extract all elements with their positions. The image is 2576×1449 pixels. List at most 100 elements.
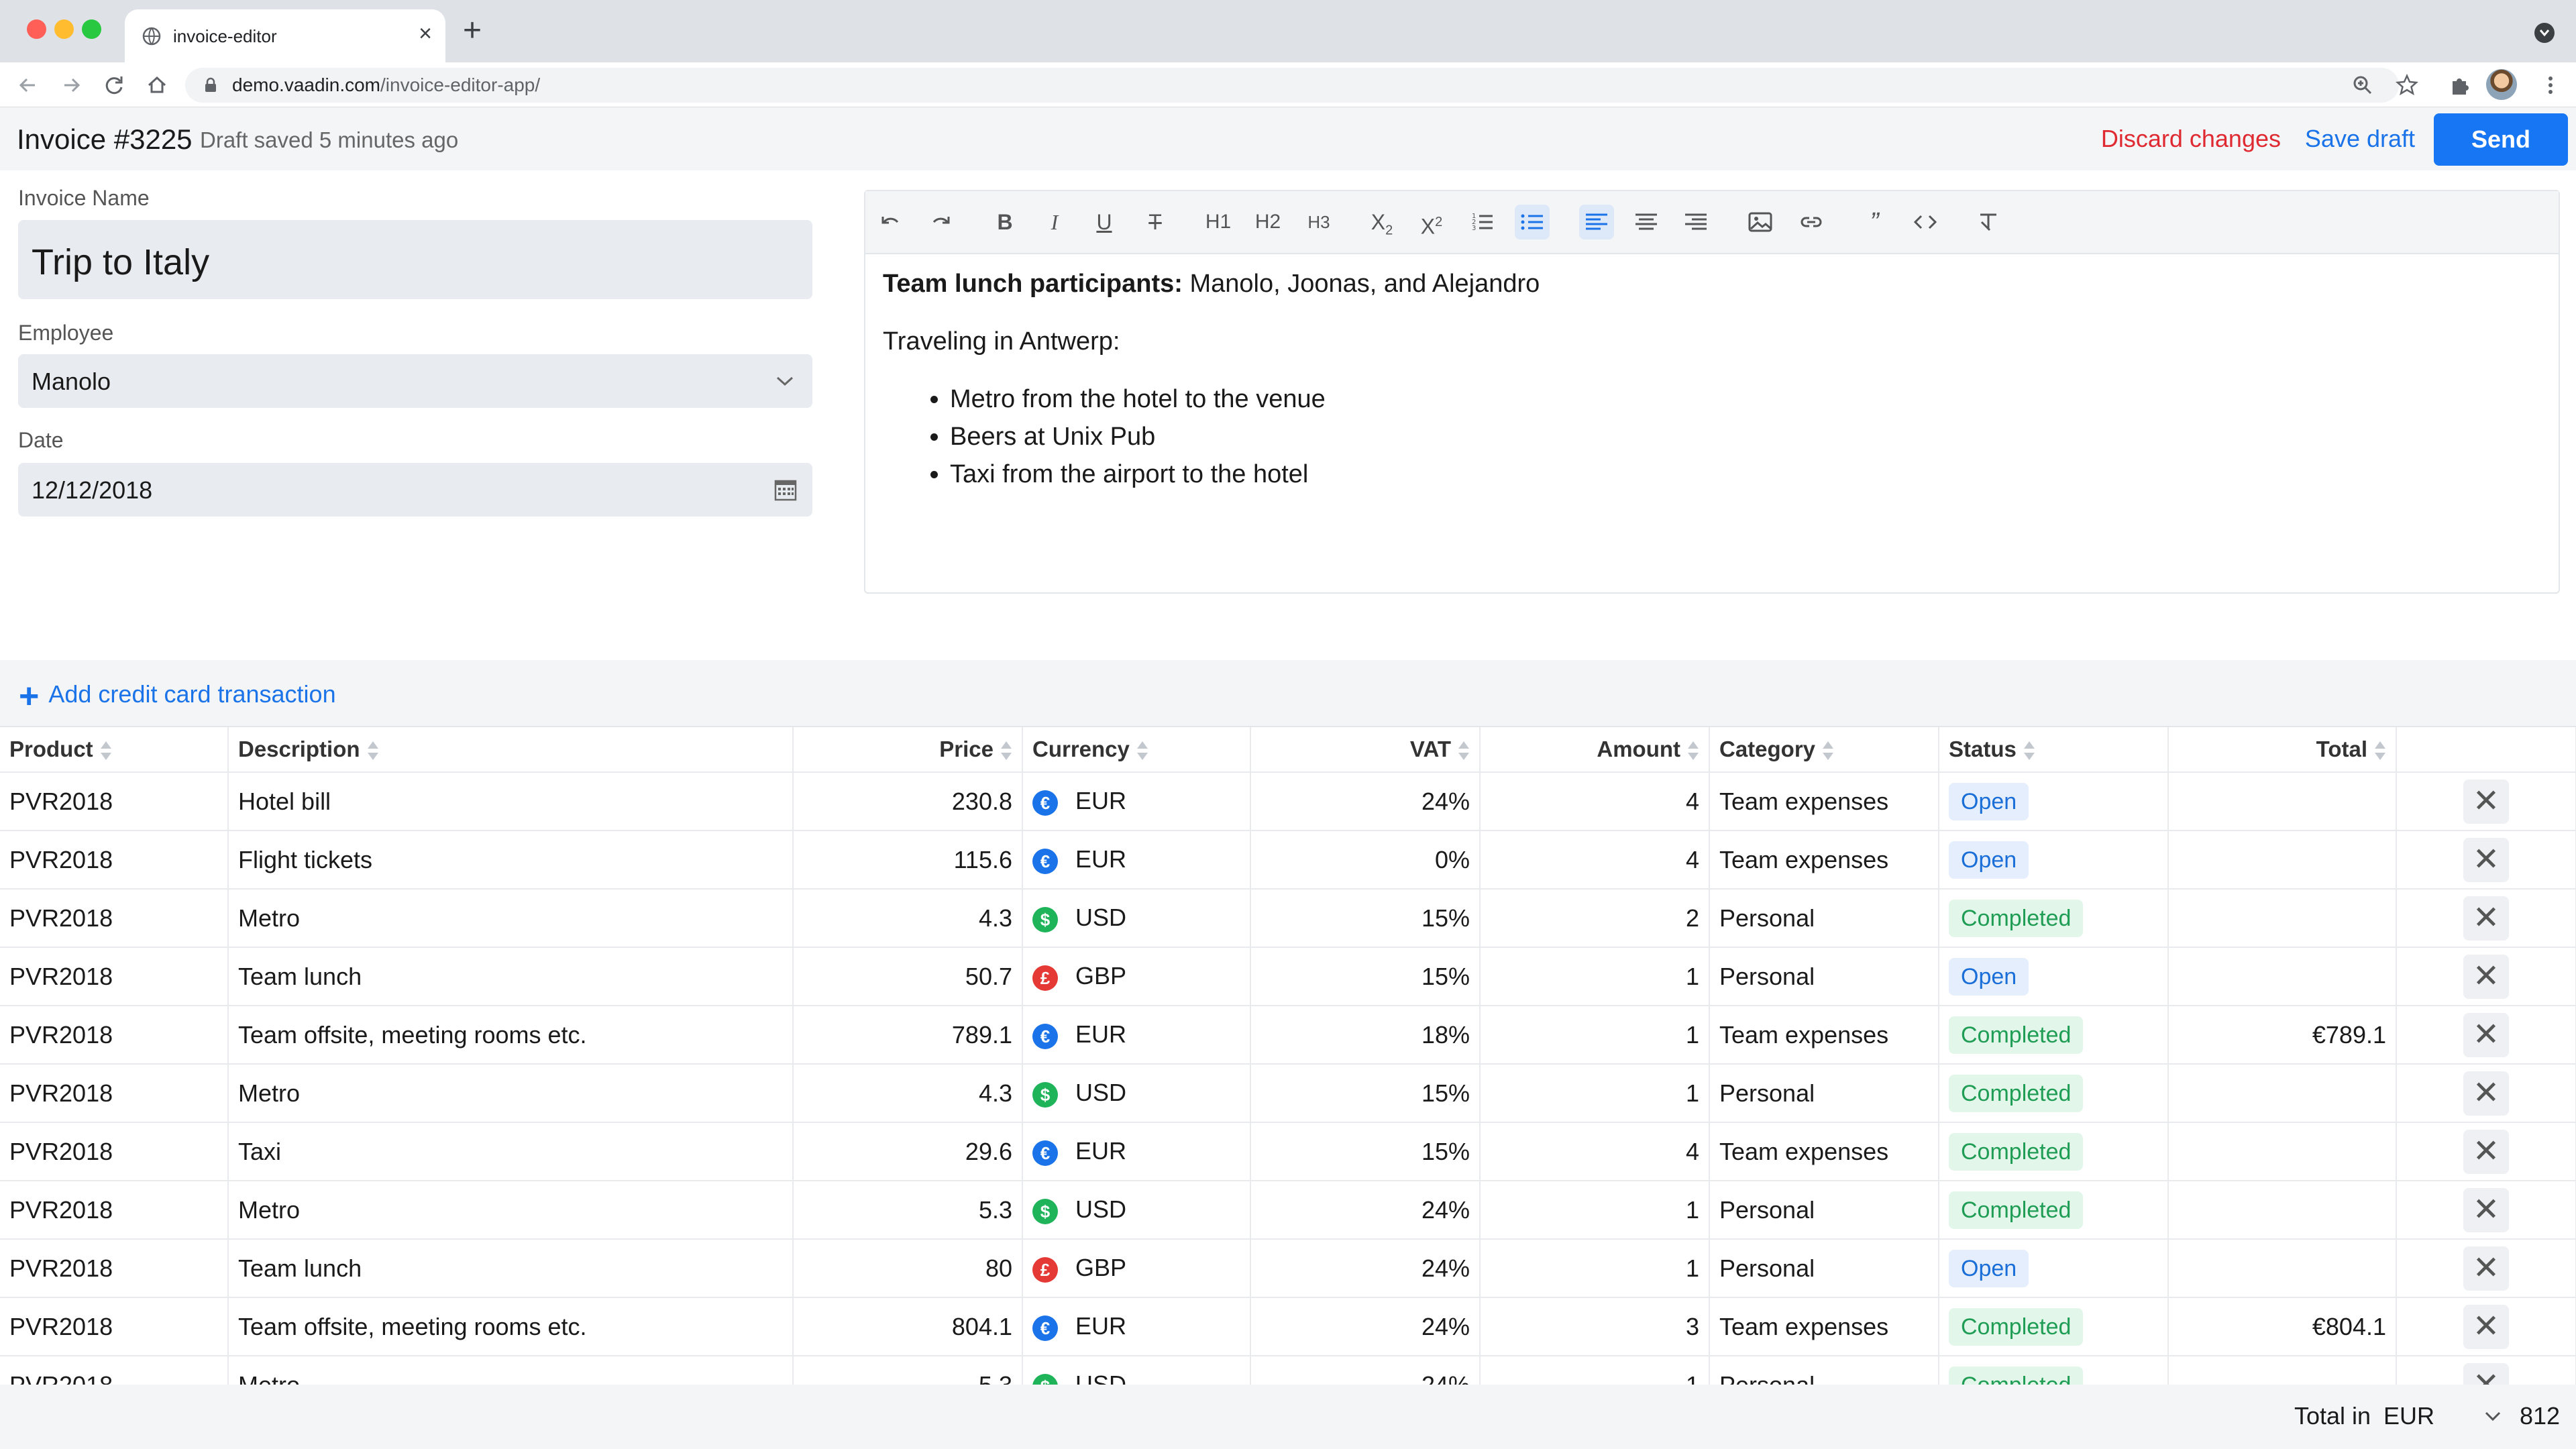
cell-description[interactable]: Team lunch xyxy=(228,1239,794,1298)
extensions-icon[interactable] xyxy=(2445,70,2474,100)
undo-button[interactable] xyxy=(873,205,908,239)
table-row[interactable]: PVR2018Metro5.3 $ USD 24%1Personal Completed… xyxy=(0,1181,2576,1240)
address-bar[interactable]: demo.vaadin.com/invoice-editor-app/ xyxy=(185,68,2399,103)
cell-currency[interactable]: € EUR xyxy=(1022,830,1251,890)
cell-amount[interactable]: 4 xyxy=(1480,772,1710,831)
redo-button[interactable] xyxy=(923,205,958,239)
cell-product[interactable]: PVR2018 xyxy=(0,1122,229,1181)
cell-amount[interactable]: 1 xyxy=(1480,947,1710,1006)
cell-currency[interactable]: € EUR xyxy=(1022,1122,1251,1181)
cell-vat[interactable]: 24% xyxy=(1250,1239,1481,1298)
cell-category[interactable]: Personal xyxy=(1709,1356,1939,1385)
cell-product[interactable]: PVR2018 xyxy=(0,889,229,948)
send-button[interactable]: Send xyxy=(2434,113,2568,166)
delete-row-button[interactable]: ✕ xyxy=(2463,1071,2509,1116)
superscript-button[interactable]: X2 xyxy=(1414,205,1449,239)
cell-currency[interactable]: £ GBP xyxy=(1022,1239,1251,1298)
cell-price[interactable]: 5.3 xyxy=(793,1356,1023,1385)
cell-category[interactable]: Team expenses xyxy=(1709,1006,1939,1065)
sort-icon[interactable] xyxy=(1822,741,1834,761)
forward-icon[interactable] xyxy=(56,70,86,100)
cell-category[interactable]: Personal xyxy=(1709,1064,1939,1123)
cell-product[interactable]: PVR2018 xyxy=(0,1181,229,1240)
cell-category[interactable]: Personal xyxy=(1709,947,1939,1006)
cell-vat[interactable]: 15% xyxy=(1250,947,1481,1006)
table-row[interactable]: PVR2018 Taxi 29.6 € EUR 15% 4 Team expenses Comp… xyxy=(0,1122,2576,1181)
delete-row-button[interactable]: ✕ xyxy=(2463,1187,2509,1232)
chevron-down-icon[interactable] xyxy=(2483,1410,2502,1422)
home-icon[interactable] xyxy=(142,70,172,100)
ordered-list-button[interactable]: 123 xyxy=(1465,205,1500,239)
blockquote-button[interactable]: ” xyxy=(1857,205,1892,239)
align-center-button[interactable] xyxy=(1629,205,1664,239)
tab-search-button[interactable] xyxy=(2534,23,2555,43)
delete-row-button[interactable]: ✕ xyxy=(2463,837,2509,882)
tab-close-icon[interactable]: × xyxy=(413,21,437,46)
cell-price[interactable]: 80 xyxy=(793,1239,1023,1298)
delete-row-button[interactable]: ✕ xyxy=(2463,896,2509,941)
maximize-window-button[interactable] xyxy=(82,19,101,39)
cell-currency[interactable]: $ USD xyxy=(1022,1356,1251,1385)
cell-status[interactable]: Open xyxy=(1939,1239,2169,1298)
cell-product[interactable]: PVR2018 xyxy=(0,1356,229,1385)
zoom-icon[interactable] xyxy=(2348,70,2377,100)
cell-status[interactable]: Completed xyxy=(1939,1122,2169,1181)
cell-amount[interactable]: 1 xyxy=(1480,1239,1710,1298)
column-header-product[interactable]: Product xyxy=(0,727,229,773)
employee-select[interactable]: Manolo xyxy=(18,354,812,408)
delete-row-button[interactable]: ✕ xyxy=(2463,1246,2509,1291)
calendar-icon[interactable] xyxy=(773,478,798,502)
table-row[interactable]: PVR2018 Team offsite, meeting rooms etc. 8… xyxy=(0,1297,2576,1356)
code-block-button[interactable] xyxy=(1908,205,1943,239)
cell-price[interactable]: 115.6 xyxy=(793,830,1023,890)
cell-amount[interactable]: 4 xyxy=(1480,1122,1710,1181)
invoice-name-field[interactable]: Trip to Italy xyxy=(18,220,812,299)
table-row[interactable]: PVR2018 Team lunch 80 £ GBP 24% 1 Personal Open ✕ xyxy=(0,1239,2576,1298)
cell-currency[interactable]: $ USD xyxy=(1022,1181,1251,1240)
cell-description[interactable]: Hotel bill xyxy=(228,772,794,831)
discard-changes-button[interactable]: Discard changes xyxy=(2101,125,2281,153)
total-currency-select[interactable]: EUR xyxy=(2383,1402,2434,1430)
cell-amount[interactable]: 1 xyxy=(1480,1006,1710,1065)
h3-button[interactable]: H3 xyxy=(1301,205,1336,239)
align-left-button[interactable] xyxy=(1579,205,1614,239)
column-header-status[interactable]: Status xyxy=(1939,727,2169,773)
sort-icon[interactable] xyxy=(1000,741,1012,761)
cell-vat[interactable]: 15% xyxy=(1250,1122,1481,1181)
column-header-description[interactable]: Description xyxy=(228,727,794,773)
cell-amount[interactable]: 1 xyxy=(1480,1356,1710,1385)
cell-amount[interactable]: 2 xyxy=(1480,889,1710,948)
cell-product[interactable]: PVR2018 xyxy=(0,830,229,890)
bullet-list-button[interactable] xyxy=(1515,205,1550,239)
italic-button[interactable]: I xyxy=(1037,205,1072,239)
avatar[interactable] xyxy=(2486,69,2517,100)
rich-text-editor[interactable]: B I U T H1 H2 H3 X2 X2 123 ” Team lunch … xyxy=(864,190,2560,594)
date-picker[interactable]: 12/12/2018 xyxy=(18,463,812,517)
cell-amount[interactable]: 4 xyxy=(1480,830,1710,890)
delete-row-button[interactable]: ✕ xyxy=(2463,1304,2509,1349)
column-header-amount[interactable]: Amount xyxy=(1480,727,1710,773)
cell-currency[interactable]: € EUR xyxy=(1022,1006,1251,1065)
column-header-currency[interactable]: Currency xyxy=(1022,727,1251,773)
table-row[interactable]: PVR2018 Metro 4.3 $ USD 15% 1 Personal Completed… xyxy=(0,1064,2576,1123)
cell-vat[interactable]: 24% xyxy=(1250,1297,1481,1356)
cell-vat[interactable]: 24% xyxy=(1250,1356,1481,1385)
cell-category[interactable]: Team expenses xyxy=(1709,1297,1939,1356)
cell-description[interactable]: Metro xyxy=(228,1064,794,1123)
cell-product[interactable]: PVR2018 xyxy=(0,772,229,831)
cell-product[interactable]: PVR2018 xyxy=(0,1006,229,1065)
cell-category[interactable]: Team expenses xyxy=(1709,772,1939,831)
table-row[interactable]: PVR2018 Flight tickets 115.6 € EUR 0% 4 Team ex… xyxy=(0,830,2576,890)
cell-status[interactable]: Completed xyxy=(1939,889,2169,948)
cell-price[interactable]: 4.3 xyxy=(793,889,1023,948)
delete-row-button[interactable]: ✕ xyxy=(2463,1129,2509,1174)
cell-status[interactable]: Open xyxy=(1939,772,2169,831)
cell-description[interactable]: Team offsite, meeting rooms etc. xyxy=(228,1297,794,1356)
table-row[interactable]: PVR2018 Metro 4.3 $ USD 15% 2 Personal Completed… xyxy=(0,889,2576,948)
cell-vat[interactable]: 18% xyxy=(1250,1006,1481,1065)
cell-vat[interactable]: 15% xyxy=(1250,889,1481,948)
more-menu-icon[interactable] xyxy=(2536,70,2565,100)
minimize-window-button[interactable] xyxy=(54,19,74,39)
cell-status[interactable]: Completed xyxy=(1939,1181,2169,1240)
cell-amount[interactable]: 3 xyxy=(1480,1297,1710,1356)
